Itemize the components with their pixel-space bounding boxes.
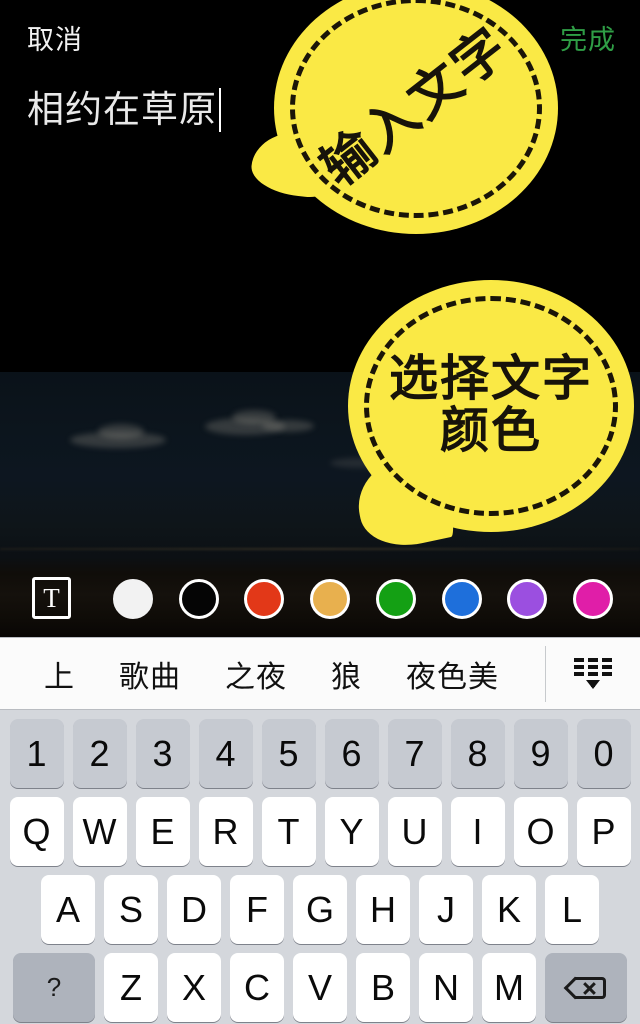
key-M[interactable]: M <box>482 953 536 1022</box>
letter-keys-group: ZXCVBNM <box>104 953 536 1022</box>
key-7[interactable]: 7 <box>387 719 442 788</box>
cloud-shape <box>98 424 144 439</box>
key-Z[interactable]: Z <box>104 953 158 1022</box>
keyboard-row-zxcv: ? ZXCVBNM <box>0 953 640 1022</box>
key-V[interactable]: V <box>293 953 347 1022</box>
candidate-list: 上歌曲 之夜狼夜色美 <box>0 638 545 709</box>
key-F[interactable]: F <box>230 875 284 944</box>
key-L[interactable]: L <box>545 875 599 944</box>
keyboard-row-qwerty: QWERTYUIOP <box>0 797 640 866</box>
keyboard-row-numbers: 1234567890 <box>0 719 640 788</box>
key-8[interactable]: 8 <box>450 719 505 788</box>
text-cursor <box>219 88 221 132</box>
key-C[interactable]: C <box>230 953 284 1022</box>
color-swatch-magenta[interactable] <box>572 579 613 619</box>
key-H[interactable]: H <box>356 875 410 944</box>
key-5[interactable]: 5 <box>261 719 316 788</box>
key-R[interactable]: R <box>198 797 253 866</box>
horizon-line <box>0 548 640 550</box>
bubble-label-line: 输入文字 <box>311 17 521 199</box>
cancel-button[interactable]: 取消 <box>27 18 83 57</box>
keyboard-row-asdf: ASDFGHJKL <box>0 875 640 944</box>
backspace-icon <box>563 974 606 1002</box>
candidate-item[interactable]: 歌曲 <box>97 652 203 696</box>
bubble-label-line: 颜色 <box>439 404 542 458</box>
key-4[interactable]: 4 <box>198 719 253 788</box>
key-1[interactable]: 1 <box>9 719 64 788</box>
key-I[interactable]: I <box>450 797 505 866</box>
key-9[interactable]: 9 <box>513 719 568 788</box>
keyboard-collapse-icon <box>572 658 614 689</box>
candidate-item[interactable]: 上 <box>22 652 97 696</box>
key-N[interactable]: N <box>419 953 473 1022</box>
key-0[interactable]: 0 <box>576 719 631 788</box>
key-W[interactable]: W <box>72 797 127 866</box>
color-swatch-purple[interactable] <box>507 579 548 619</box>
key-D[interactable]: D <box>167 875 221 944</box>
backspace-key[interactable] <box>545 953 627 1022</box>
key-B[interactable]: B <box>356 953 410 1022</box>
color-swatch-row <box>113 568 613 630</box>
key-S[interactable]: S <box>104 875 158 944</box>
key-E[interactable]: E <box>135 797 190 866</box>
color-swatch-black[interactable] <box>178 579 219 619</box>
candidate-item[interactable]: 之夜 <box>203 652 309 696</box>
key-G[interactable]: G <box>293 875 347 944</box>
tooltip-bubble-select-color: 选择文字 颜色 <box>348 280 634 555</box>
key-P[interactable]: P <box>576 797 631 866</box>
shift-symbols-key[interactable]: ? <box>13 953 95 1022</box>
key-3[interactable]: 3 <box>135 719 190 788</box>
keyboard-collapse-button[interactable] <box>546 638 640 709</box>
color-swatch-blue[interactable] <box>441 579 482 619</box>
key-J[interactable]: J <box>419 875 473 944</box>
virtual-keyboard: 上歌曲 之夜狼夜色美 1234567890 QWERTYUIOP ASDFGHJK… <box>0 637 640 1024</box>
color-swatch-orange[interactable] <box>310 579 351 619</box>
photo-text-editor-screen: 取消 完成 相约在草原 输入文字 选择文字 颜色 T 上歌曲 之夜狼夜色美 1 … <box>0 0 640 1024</box>
candidate-item[interactable]: 狼 <box>309 652 384 696</box>
candidate-suggestion-bar: 上歌曲 之夜狼夜色美 <box>0 637 640 710</box>
bubble-label: 选择文字 颜色 <box>348 280 634 532</box>
key-Y[interactable]: Y <box>324 797 379 866</box>
candidate-item[interactable]: 夜色美 <box>384 652 521 696</box>
caption-text-field[interactable]: 相约在草原 <box>27 88 221 132</box>
bubble-label-line: 选择文字 <box>388 352 593 407</box>
cloud-shape <box>262 420 314 432</box>
caption-text-value: 相约在草原 <box>27 89 217 130</box>
key-2[interactable]: 2 <box>72 719 127 788</box>
done-button[interactable]: 完成 <box>560 18 616 57</box>
key-T[interactable]: T <box>261 797 316 866</box>
text-tool-button[interactable]: T <box>32 577 71 619</box>
color-swatch-white[interactable] <box>113 579 153 619</box>
key-U[interactable]: U <box>387 797 442 866</box>
key-X[interactable]: X <box>167 953 221 1022</box>
text-color-toolbar: T <box>0 568 640 630</box>
color-swatch-red[interactable] <box>244 579 285 619</box>
key-O[interactable]: O <box>513 797 568 866</box>
key-A[interactable]: A <box>41 875 95 944</box>
key-Q[interactable]: Q <box>9 797 64 866</box>
key-K[interactable]: K <box>482 875 536 944</box>
color-swatch-green[interactable] <box>375 579 416 619</box>
key-6[interactable]: 6 <box>324 719 379 788</box>
